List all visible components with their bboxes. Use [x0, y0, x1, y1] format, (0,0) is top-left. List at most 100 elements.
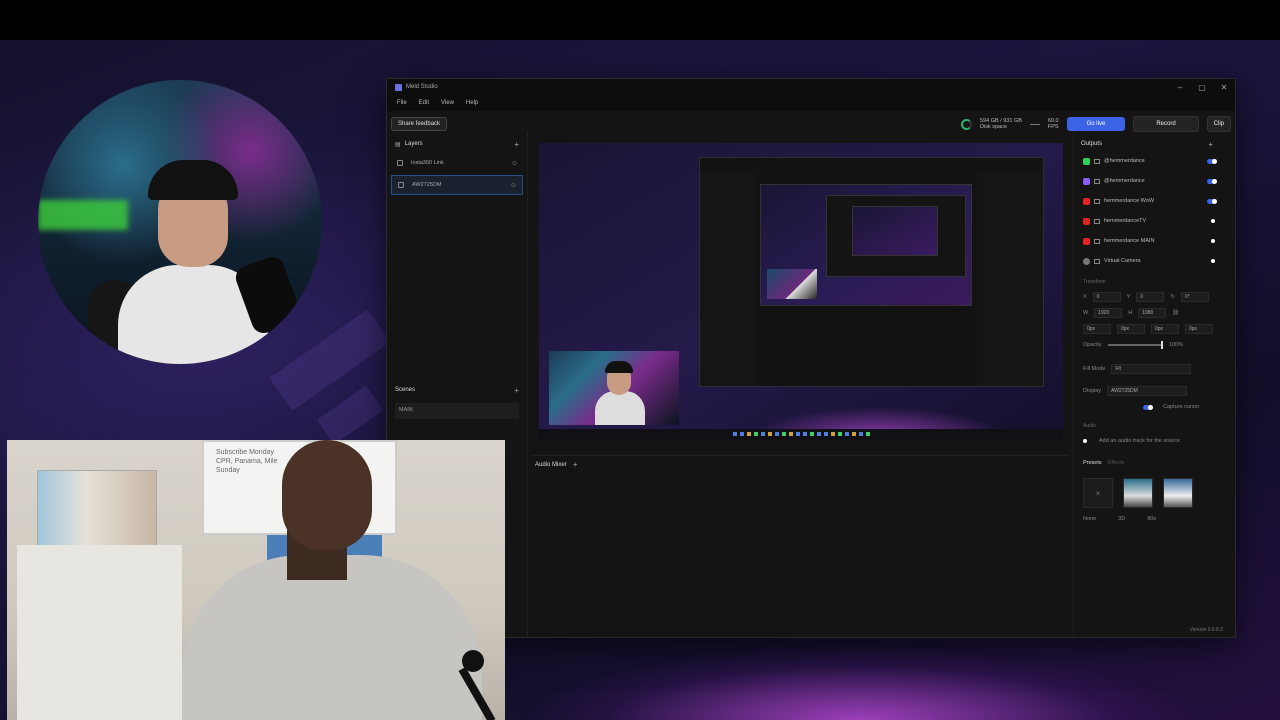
- y-field[interactable]: 0: [1136, 292, 1165, 302]
- edge-field[interactable]: 0px: [1117, 324, 1145, 334]
- stage-preview[interactable]: [539, 143, 1063, 439]
- x-field[interactable]: 0: [1092, 292, 1121, 302]
- edge-field[interactable]: 0px: [1083, 324, 1111, 334]
- capture-cursor-toggle[interactable]: [1143, 404, 1153, 410]
- youtube-icon: [1083, 217, 1090, 225]
- layer-item-insta360[interactable]: Insta360 Link ⊙: [391, 153, 523, 173]
- output-toggle[interactable]: [1207, 158, 1217, 164]
- person-head: [282, 440, 372, 550]
- nested-webcam: [767, 269, 817, 299]
- second-webcam-overlay: Subscribe Monday CPR, Panama, Mile Sunda…: [7, 440, 505, 720]
- rotation-field[interactable]: 0°: [1180, 292, 1209, 302]
- menu-help[interactable]: Help: [460, 100, 484, 106]
- screen-icon: [1094, 238, 1100, 244]
- output-row[interactable]: hemmerdance WoW: [1079, 191, 1229, 211]
- width-field[interactable]: 1920: [1094, 308, 1123, 318]
- stack-icon: ▤: [395, 141, 401, 148]
- preset-none[interactable]: ×: [1083, 478, 1113, 508]
- output-toggle[interactable]: [1207, 198, 1217, 204]
- audio-mixer-panel: Audio Mixer +: [533, 455, 1069, 633]
- preset-3d[interactable]: [1123, 478, 1153, 508]
- add-scene-button[interactable]: +: [514, 386, 519, 395]
- tab-presets[interactable]: Presets: [1083, 460, 1102, 466]
- fps-label: FPS: [1047, 124, 1059, 130]
- scenes-title: Scenes: [395, 387, 416, 393]
- preset-label: 3D: [1118, 516, 1126, 522]
- menu-edit[interactable]: Edit: [413, 100, 435, 106]
- audio-add-icon[interactable]: [1083, 439, 1087, 443]
- h-label: H: [1128, 310, 1133, 316]
- output-toggle[interactable]: [1211, 239, 1215, 243]
- add-layer-button[interactable]: +: [514, 140, 519, 149]
- fill-mode-select[interactable]: Fit: [1111, 364, 1192, 374]
- menu-file[interactable]: File: [391, 100, 413, 106]
- screen-icon: [1094, 198, 1100, 204]
- preset-label: 90s: [1147, 516, 1157, 522]
- output-label: hemmerdanceTV: [1104, 218, 1147, 224]
- layer-item-aw2725dm[interactable]: AW2725DM ⊙: [391, 175, 523, 195]
- edge-field[interactable]: 0px: [1151, 324, 1179, 334]
- panel-divider: [1073, 131, 1074, 637]
- height-field[interactable]: 1080: [1138, 308, 1167, 318]
- output-row[interactable]: @hemmerdance: [1079, 171, 1229, 191]
- output-row[interactable]: hemmerdanceTV: [1079, 211, 1229, 231]
- meld-studio-window: Meld Studio – ▢ ✕ File Edit View Help Sh…: [386, 78, 1236, 638]
- output-row[interactable]: Virtual Camera: [1079, 251, 1229, 271]
- version-label: Version 0.6.8.2: [1189, 627, 1223, 633]
- toolbar: Share feedback 594 GB / 931 GB Disk spac…: [387, 111, 1235, 137]
- preview-taskbar: [539, 429, 1063, 439]
- nested-preview-stage: [760, 184, 972, 306]
- preset-90s[interactable]: [1163, 478, 1193, 508]
- layers-title: Layers: [404, 141, 423, 147]
- audio-mixer-title: Audio Mixer: [535, 461, 567, 468]
- preset-label: None: [1083, 516, 1097, 522]
- edge-field[interactable]: 0px: [1185, 324, 1213, 334]
- lock-icon[interactable]: ⊙: [511, 182, 516, 189]
- add-output-button[interactable]: +: [1208, 140, 1213, 149]
- menu-view[interactable]: View: [435, 100, 460, 106]
- audio-hint: Add an audio track for the source: [1099, 438, 1181, 444]
- y-label: Y: [1126, 294, 1131, 300]
- wall-paper: [17, 545, 182, 720]
- capture-cursor-label: Capture cursor: [1163, 404, 1200, 410]
- layer-label: Insta360 Link: [411, 160, 444, 166]
- add-audio-button[interactable]: +: [573, 460, 578, 469]
- minimize-button[interactable]: –: [1169, 83, 1191, 92]
- twitch-icon: [1083, 177, 1090, 185]
- outputs-header: Outputs +: [1079, 137, 1229, 151]
- maximize-button[interactable]: ▢: [1191, 83, 1213, 92]
- output-row[interactable]: @hemmerdance: [1079, 151, 1229, 171]
- screen-icon: [1094, 178, 1100, 184]
- menu-bar: File Edit View Help: [387, 95, 1235, 111]
- lock-icon[interactable]: ⊙: [512, 160, 517, 167]
- record-button[interactable]: Record: [1133, 116, 1199, 132]
- nested-preview-window: [699, 157, 1044, 387]
- share-feedback-button[interactable]: Share feedback: [391, 117, 448, 131]
- scene-item-main[interactable]: MAIN: [395, 403, 519, 419]
- output-toggle[interactable]: [1211, 219, 1215, 223]
- outputs-title: Outputs: [1081, 141, 1103, 147]
- close-button[interactable]: ✕: [1213, 83, 1235, 92]
- background-slab: [316, 385, 384, 445]
- nested-preview-stage: [852, 206, 938, 256]
- opacity-slider[interactable]: [1107, 341, 1163, 349]
- opacity-value: 100%: [1168, 342, 1183, 348]
- transform-section: Transform X 0 Y 0 ↻ 0° W 1920 H 1080 ⛓ 0…: [1079, 279, 1229, 527]
- clip-button[interactable]: Clip: [1206, 116, 1231, 132]
- display-select[interactable]: AW2725DM: [1107, 386, 1188, 396]
- output-toggle[interactable]: [1211, 259, 1215, 263]
- scenes-header: Scenes +: [391, 383, 523, 397]
- link-icon[interactable]: ⛓: [1172, 310, 1179, 316]
- screen-icon: [1094, 218, 1100, 224]
- display-label: Display: [1083, 388, 1102, 394]
- layers-header: ▤ Layers +: [391, 137, 523, 151]
- go-live-button[interactable]: Go live: [1066, 117, 1126, 131]
- webcam-circle-overlay: [38, 80, 322, 364]
- screen-icon: [1094, 158, 1100, 164]
- layer-label: AW2725DM: [412, 182, 442, 188]
- tab-effects[interactable]: Effects: [1108, 460, 1125, 466]
- output-toggle[interactable]: [1207, 178, 1217, 184]
- nested-left-panel: [700, 172, 756, 386]
- scenes-panel: Scenes + MAIN: [391, 383, 523, 425]
- output-row[interactable]: hemmerdance MAIN: [1079, 231, 1229, 251]
